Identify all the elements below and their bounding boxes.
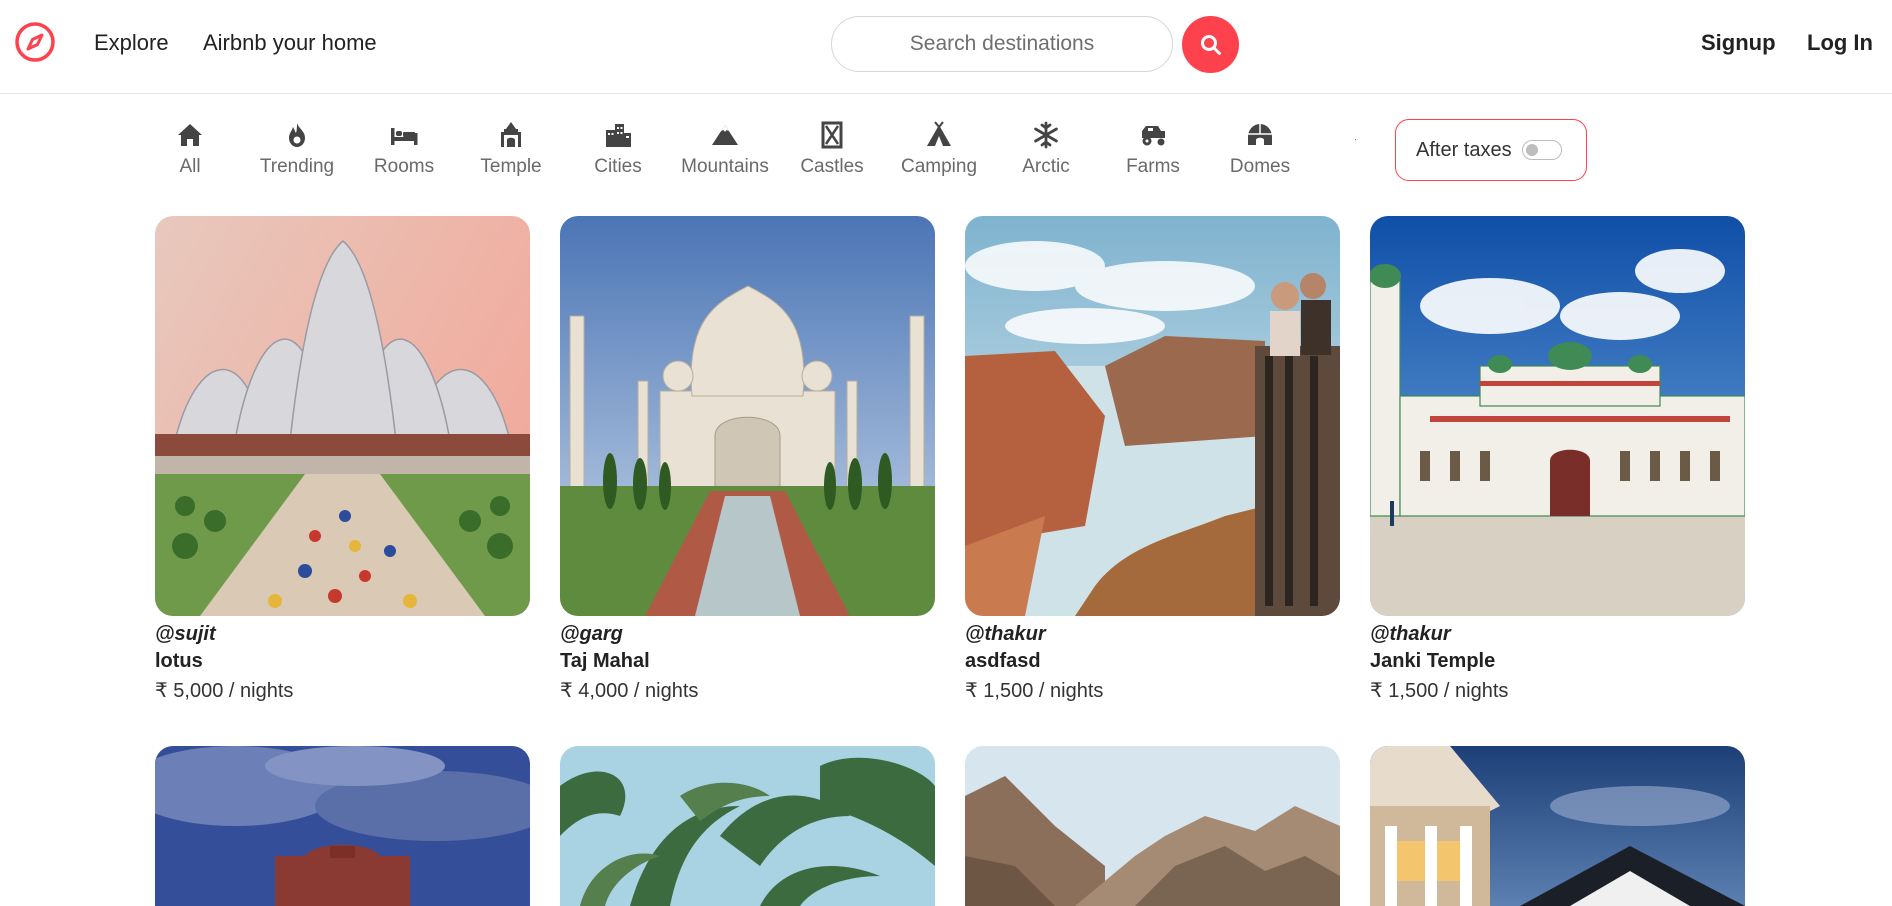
filter-mountains[interactable]: Mountains [671, 108, 779, 188]
city-icon [606, 124, 631, 147]
filter-label: Temple [480, 156, 542, 177]
compass-logo-icon[interactable] [14, 21, 56, 63]
filter-all[interactable]: All [136, 108, 244, 188]
igloo-icon [1248, 124, 1272, 145]
search-input[interactable] [831, 16, 1173, 72]
filter-arctic[interactable]: Arctic [992, 108, 1100, 188]
fire-icon [289, 123, 305, 147]
listing-owner: @thakur [1370, 623, 1451, 645]
tax-switch[interactable] [1521, 140, 1562, 160]
listing-owner: @sujit [155, 623, 216, 645]
listing-card[interactable] [965, 746, 1340, 906]
janki-temple-photo [1370, 216, 1745, 616]
filter-farms[interactable]: Farms [1099, 108, 1207, 188]
castle-icon [821, 121, 843, 149]
tractor-icon [1142, 126, 1165, 146]
filter-label: Castles [800, 156, 864, 177]
resort-building-photo [1370, 746, 1745, 906]
mountain-icon [712, 125, 738, 145]
after-taxes-toggle[interactable]: After taxes [1395, 119, 1587, 181]
filter-temple[interactable]: Temple [457, 108, 565, 188]
listing-card[interactable]: @thakur Janki Temple ₹ 1,500 / nights [1370, 216, 1745, 706]
listing-price: ₹ 4,000 / nights [560, 680, 699, 702]
filter-boats[interactable]: B [1313, 108, 1356, 188]
listing-card[interactable] [155, 746, 530, 906]
filter-camping[interactable]: Camping [885, 108, 993, 188]
filter-trending[interactable]: Trending [243, 108, 351, 188]
listing-price: ₹ 1,500 / nights [1370, 680, 1509, 702]
red-monument-photo [155, 746, 530, 906]
rocky-mountains-photo [965, 746, 1340, 906]
tent-icon [927, 121, 951, 146]
temple-icon [501, 122, 521, 147]
search-button[interactable] [1182, 16, 1239, 73]
airbnb-your-home-link[interactable]: Airbnb your home [203, 30, 377, 56]
house-icon [178, 124, 202, 146]
lotus-temple-photo [155, 216, 530, 616]
category-filter-bar: All Trending Rooms Temple Cities Mountai… [136, 108, 1356, 188]
signup-link[interactable]: Signup [1701, 30, 1776, 56]
switch-knob [1525, 144, 1538, 156]
listing-title: lotus [155, 650, 203, 672]
filter-label: Farms [1126, 156, 1180, 177]
filter-label: Domes [1229, 156, 1291, 177]
search-icon [1200, 34, 1221, 55]
filter-label: Cities [594, 156, 642, 177]
palm-trees-photo [560, 746, 935, 906]
listing-card[interactable] [560, 746, 935, 906]
listing-title: Taj Mahal [560, 650, 650, 672]
coastal-cliffs-photo [965, 216, 1340, 616]
listing-price: ₹ 1,500 / nights [965, 680, 1104, 702]
filter-label: All [179, 156, 201, 177]
filter-domes[interactable]: Domes [1206, 108, 1314, 188]
filter-label: Mountains [681, 156, 769, 177]
listing-owner: @thakur [965, 623, 1046, 645]
filter-rooms[interactable]: Rooms [350, 108, 458, 188]
boat-icon [1355, 139, 1356, 141]
listing-card[interactable]: @garg Taj Mahal ₹ 4,000 / nights [560, 216, 935, 706]
listing-title: Janki Temple [1370, 650, 1496, 672]
top-navbar: Explore Airbnb your home Signup Log In [0, 0, 1892, 94]
explore-link[interactable]: Explore [94, 30, 169, 56]
taj-mahal-photo [560, 216, 935, 616]
listing-card[interactable]: @thakur asdfasd ₹ 1,500 / nights [965, 216, 1340, 706]
listing-card[interactable] [1370, 746, 1745, 906]
listing-price: ₹ 5,000 / nights [155, 680, 294, 702]
bed-icon [391, 128, 418, 145]
listing-owner: @garg [560, 623, 623, 645]
listing-title: asdfasd [965, 650, 1041, 672]
filter-label: Rooms [373, 156, 435, 177]
filter-label: Arctic [1022, 156, 1070, 177]
filter-cities[interactable]: Cities [564, 108, 672, 188]
filter-label: Camping [900, 156, 978, 177]
login-link[interactable]: Log In [1807, 30, 1873, 56]
snowflake-icon [1034, 121, 1058, 149]
listing-card[interactable]: @sujit lotus ₹ 5,000 / nights [155, 216, 530, 706]
filter-castles[interactable]: Castles [778, 108, 886, 188]
filter-label: Trending [259, 156, 335, 177]
after-taxes-label: After taxes [1416, 138, 1512, 161]
